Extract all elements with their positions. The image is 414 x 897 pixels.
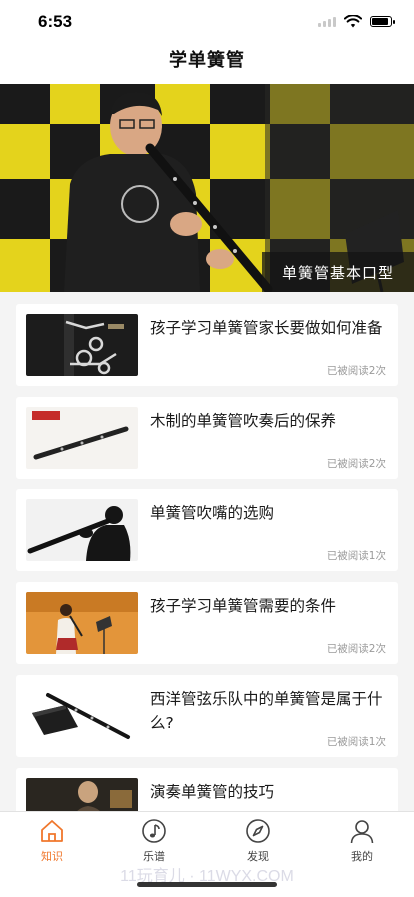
tab-knowledge[interactable]: 知识	[22, 818, 82, 864]
banner[interactable]: 单簧管基本口型	[0, 84, 414, 292]
article-title: 孩子学习单簧管家长要做如何准备	[150, 319, 383, 337]
article-thumbnail	[26, 778, 138, 811]
tab-sheet-music[interactable]: 乐谱	[124, 818, 184, 864]
music-note-icon	[142, 819, 166, 843]
article-title: 单簧管吹嘴的选购	[150, 504, 275, 522]
article-title: 西洋管弦乐队中的单簧管是属于什么?	[150, 690, 383, 732]
user-icon	[350, 820, 374, 844]
status-icons	[318, 15, 395, 28]
status-bar: 6:53	[0, 0, 414, 44]
tab-discover[interactable]: 发现	[228, 818, 288, 864]
compass-icon	[246, 819, 270, 843]
nav-bar: 学单簧管	[0, 44, 414, 84]
read-count: 已被阅读2次	[326, 458, 386, 470]
home-icon	[41, 820, 63, 842]
read-count: 已被阅读2次	[326, 365, 386, 377]
article-card[interactable]: 单簧管吹嘴的选购 已被阅读1次	[16, 489, 398, 571]
article-card[interactable]: 演奏单簧管的技巧	[16, 768, 398, 811]
battery-icon	[370, 16, 395, 27]
wifi-icon	[344, 15, 362, 28]
article-title: 木制的单簧管吹奏后的保养	[150, 412, 337, 430]
page-title: 学单簧管	[169, 50, 245, 71]
article-card[interactable]: 孩子学习单簧管家长要做如何准备 已被阅读2次	[16, 304, 398, 386]
article-card[interactable]: 孩子学习单簧管需要的条件 已被阅读2次	[16, 582, 398, 664]
home-indicator	[137, 882, 277, 887]
read-count: 已被阅读1次	[326, 550, 386, 562]
status-time: 6:53	[38, 12, 73, 31]
banner-caption: 单簧管基本口型	[262, 252, 414, 292]
article-thumbnail	[26, 499, 138, 561]
article-card[interactable]: 木制的单簧管吹奏后的保养 已被阅读2次	[16, 397, 398, 479]
article-title: 演奏单簧管的技巧	[150, 783, 275, 801]
article-thumbnail	[26, 685, 138, 747]
tab-profile[interactable]: 我的	[332, 818, 392, 864]
article-thumbnail	[26, 407, 138, 469]
signal-icon	[318, 16, 336, 27]
read-count: 已被阅读2次	[326, 643, 386, 655]
article-thumbnail	[26, 592, 138, 654]
read-count: 已被阅读1次	[326, 736, 386, 748]
article-list[interactable]: 孩子学习单簧管家长要做如何准备 已被阅读2次 木制的单簧管吹奏后的保养 已被阅读…	[0, 292, 414, 811]
article-title: 孩子学习单簧管需要的条件	[150, 597, 337, 615]
article-thumbnail	[26, 314, 138, 376]
article-card[interactable]: 西洋管弦乐队中的单簧管是属于什么? 已被阅读1次	[16, 675, 398, 757]
